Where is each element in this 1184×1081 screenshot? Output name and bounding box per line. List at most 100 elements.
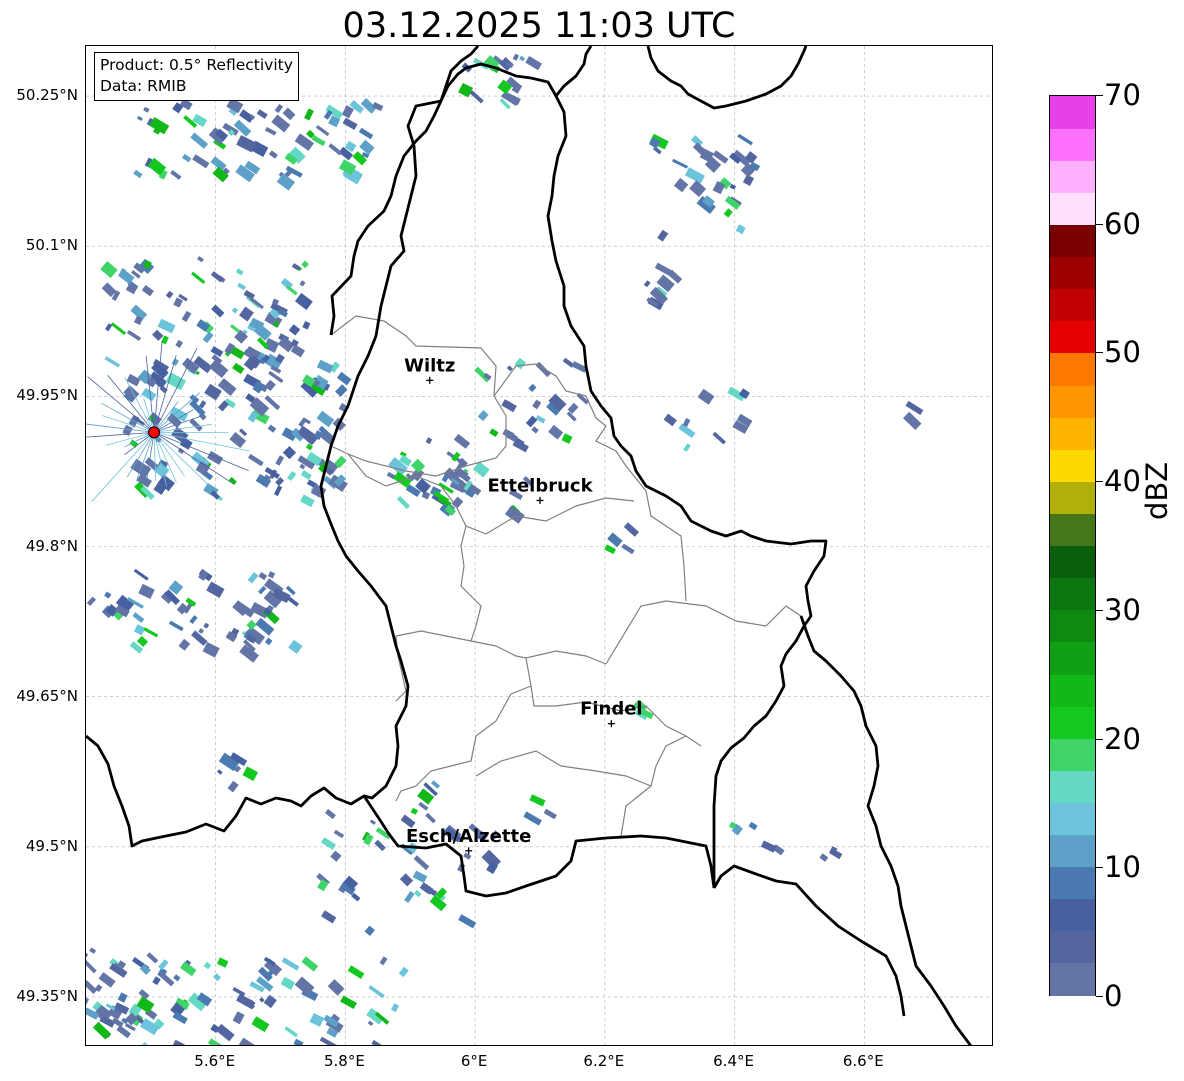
echo-cell (463, 852, 472, 860)
echo-cell (643, 280, 651, 288)
product-info-line: Product: 0.5° Reflectivity (100, 56, 293, 74)
echo-cell (302, 321, 311, 330)
echo-cell (211, 304, 225, 318)
country-borders (86, 46, 972, 1045)
echo-cell (285, 285, 298, 296)
echo-cell (399, 873, 414, 887)
echo-cell (673, 177, 689, 193)
echo-cell (227, 780, 239, 793)
echo-cell (531, 426, 539, 434)
lat-tick-label: 49.65°N (16, 686, 78, 705)
echo-cell (133, 169, 143, 179)
echo-cell (404, 891, 415, 903)
echo-cell (316, 410, 335, 428)
echo-cell (181, 310, 192, 322)
echo-cell (165, 290, 174, 299)
echo-cell (152, 976, 161, 986)
echo-cell (324, 808, 336, 820)
city-marker[interactable]: Wiltz (404, 355, 455, 384)
echo-cell (133, 568, 149, 581)
echo-cell (514, 357, 527, 370)
echo-cell (178, 638, 191, 651)
echo-cell (453, 433, 471, 449)
echo-cell (141, 285, 154, 297)
echo-cell (501, 399, 517, 413)
echo-cell (190, 132, 209, 149)
echo-cell (328, 143, 343, 156)
echo-cell (523, 811, 542, 826)
echo-cell (181, 153, 192, 163)
echo-cell (760, 840, 777, 853)
echo-cell (398, 966, 409, 978)
echo-cell (327, 979, 345, 996)
lat-tick-label: 49.5°N (25, 836, 78, 855)
echo-cell (230, 324, 241, 333)
echo-cell (191, 271, 206, 284)
echo-cell (237, 1037, 257, 1045)
colorbar-segment (1050, 320, 1095, 354)
colorbar-tick-label: 20 (1104, 721, 1141, 756)
echo-cell (623, 522, 639, 537)
colorbar-segment (1050, 481, 1095, 514)
echo-cell (320, 837, 337, 850)
lat-tick-label: 50.1°N (25, 236, 78, 255)
colorbar-tick-label: 0 (1104, 979, 1123, 1013)
city-marker[interactable]: Ettelbruck (487, 475, 594, 504)
echo-cell (100, 260, 118, 279)
city-label: Wiltz (404, 355, 455, 376)
echo-cell (735, 224, 746, 235)
echo-cell (309, 1012, 325, 1027)
echo-cell (246, 619, 257, 631)
echo-cell (712, 431, 726, 445)
echo-cell (311, 135, 326, 147)
echo-cell (203, 961, 212, 970)
echo-cell (413, 855, 430, 871)
echo-cell (737, 133, 754, 146)
lat-tick-label: 49.8°N (25, 536, 78, 555)
radar-site-marker[interactable] (148, 426, 161, 439)
echo-cell (358, 127, 374, 140)
echo-cell (171, 1045, 188, 1046)
echo-cell (275, 455, 285, 466)
lon-tick-label: 5.8°E (324, 1052, 365, 1070)
echo-cell (152, 329, 164, 341)
echo-cell (136, 635, 149, 648)
echo-cell (535, 415, 546, 424)
echo-cell (249, 296, 264, 310)
reflectivity-echoes (86, 53, 924, 1046)
lon-tick-label: 6°E (460, 1052, 488, 1070)
colorbar-segment (1050, 192, 1095, 226)
city-marker[interactable]: Findel (580, 699, 643, 728)
colorbar-tick-mark (1096, 609, 1103, 611)
echo-cell (294, 292, 313, 310)
echo-cell (237, 282, 246, 291)
echo-cell (903, 411, 922, 430)
echo-cell (231, 307, 239, 314)
radar-map[interactable]: Wiltz Ettelbruck Findel Esch/Alzette (85, 45, 993, 1046)
colorbar-segment (1050, 738, 1095, 771)
echo-cell (414, 889, 422, 898)
echo-cell (86, 980, 98, 994)
city-marker[interactable]: Esch/Alzette (406, 826, 531, 855)
colorbar-tick-label: 60 (1104, 206, 1141, 241)
echo-cell (276, 173, 296, 191)
colorbar-segment (1050, 802, 1095, 836)
echo-cell (284, 1026, 298, 1038)
colorbar-segment (1050, 256, 1095, 290)
echo-cell (208, 359, 229, 378)
colorbar-segment (1050, 224, 1095, 258)
echo-cell (367, 1020, 374, 1027)
echo-cell (216, 957, 229, 968)
echo-cell (342, 117, 358, 130)
echo-cell (469, 90, 484, 104)
echo-cell (143, 627, 159, 638)
echo-cell (396, 495, 410, 510)
echo-cell (238, 428, 248, 437)
echo-cell (319, 1036, 338, 1045)
echo-cell (548, 424, 564, 440)
echo-cell (282, 446, 297, 460)
echo-cell (158, 959, 169, 971)
echo-cell (293, 1038, 304, 1045)
colorbar-tick-label: 30 (1104, 592, 1141, 627)
colorbar-segment (1050, 962, 1095, 996)
